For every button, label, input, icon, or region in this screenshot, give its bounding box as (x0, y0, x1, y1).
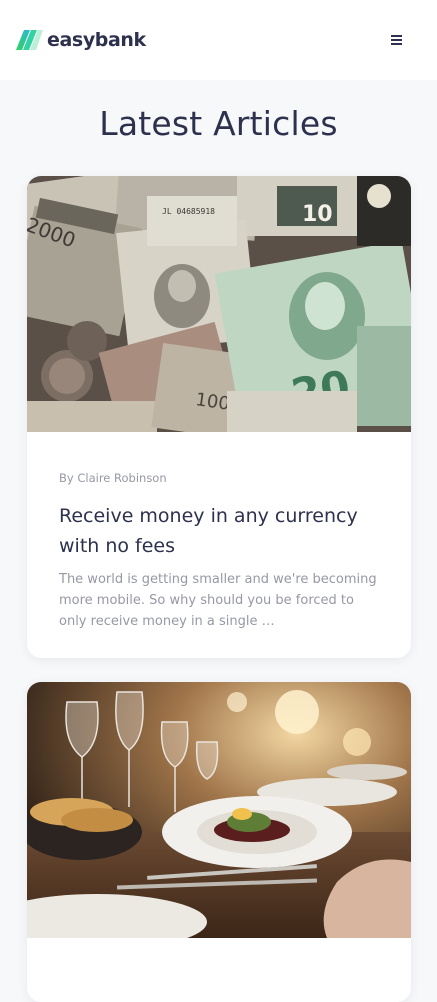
restaurant-dinner-photo (27, 682, 411, 938)
site-header: easybank (0, 0, 437, 80)
article-excerpt: The world is getting smaller and we're b… (59, 572, 377, 629)
logo-wordmark: easybank (47, 29, 146, 51)
section-title: Latest Articles (99, 104, 338, 143)
article-card: 10 2000 JL 04685918 1000 20 By Claire Ro… (27, 176, 411, 658)
article-title-link[interactable]: Receive money in any currency with no fe… (59, 501, 379, 561)
banknotes-photo: 10 2000 JL 04685918 1000 20 (27, 176, 411, 432)
easybank-logo[interactable]: easybank (16, 28, 146, 52)
easybank-logo-mark-icon (16, 30, 43, 50)
article-author: By Claire Robinson (59, 471, 167, 485)
article-card-body: By Claire Robinson Receive money in any … (27, 432, 411, 632)
svg-text:10: 10 (302, 202, 333, 227)
svg-text:JL 04685918: JL 04685918 (162, 207, 215, 216)
article-card (27, 682, 411, 1002)
hamburger-menu-button[interactable] (385, 28, 409, 52)
